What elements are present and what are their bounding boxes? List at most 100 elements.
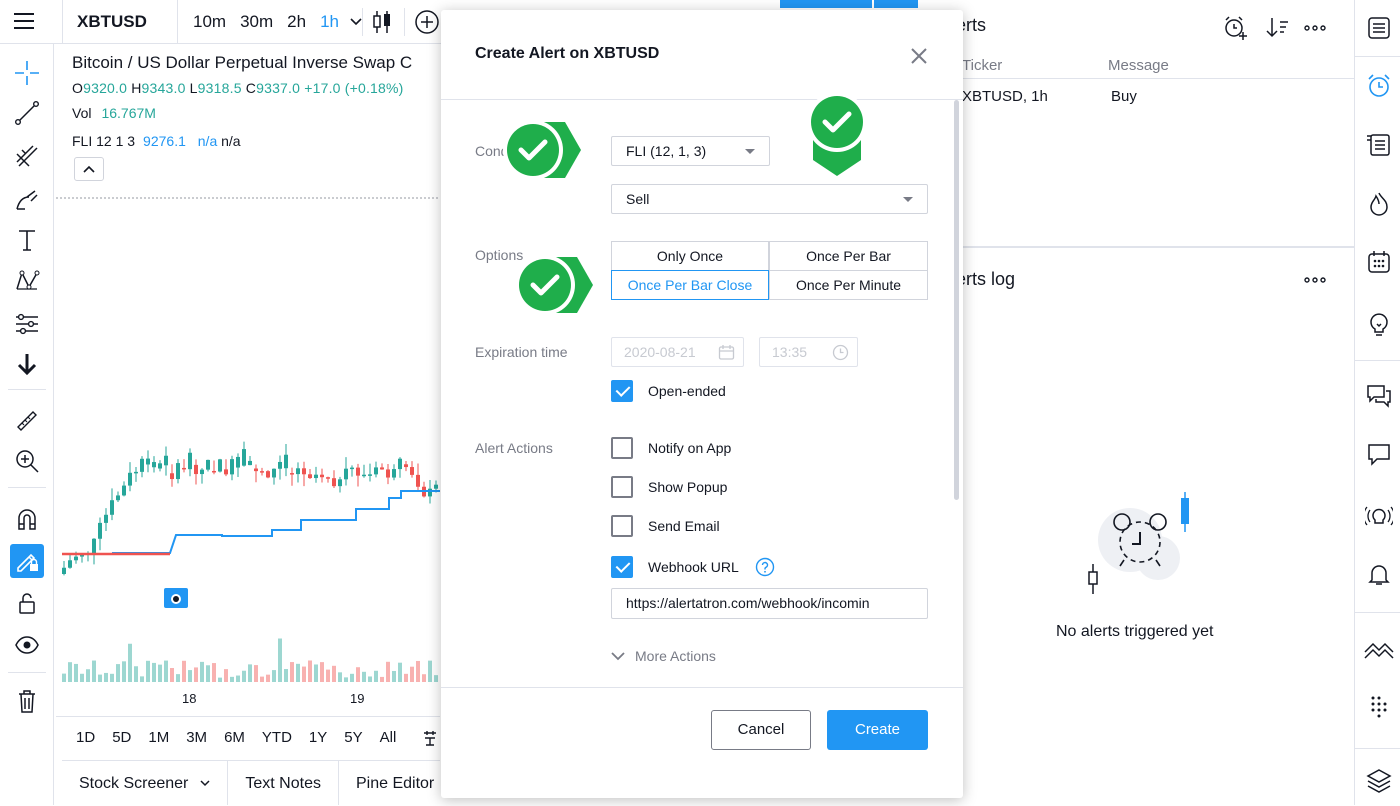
- lock-icon[interactable]: [10, 586, 44, 620]
- interval-30m[interactable]: 30m: [233, 0, 280, 44]
- send-email-checkbox[interactable]: [611, 515, 633, 537]
- option-once-per-bar[interactable]: Once Per Bar: [769, 241, 928, 271]
- alarm-clock-icon[interactable]: [1363, 70, 1395, 102]
- indicator-legend[interactable]: FLI 12 1 3 9276.1 n/a n/a: [72, 133, 241, 149]
- option-once-per-bar-close[interactable]: Once Per Bar Close: [611, 270, 769, 300]
- webhook-url-input[interactable]: https://alertatron.com/webhook/incomin: [611, 588, 928, 619]
- column-message[interactable]: Message: [1108, 57, 1169, 74]
- symbol-search[interactable]: XBTUSD: [62, 0, 178, 44]
- more-options-icon[interactable]: [1301, 14, 1329, 42]
- show-popup-checkbox[interactable]: [611, 476, 633, 498]
- volume-bar: [146, 660, 150, 682]
- condition-select[interactable]: FLI (12, 1, 3): [611, 136, 770, 166]
- prediction-icon[interactable]: [10, 306, 44, 340]
- close-icon[interactable]: [909, 46, 929, 66]
- candlestick-icon[interactable]: [368, 8, 396, 36]
- layers-icon[interactable]: [1363, 764, 1395, 796]
- pattern-icon[interactable]: [10, 264, 44, 298]
- trigger-options: Only Once Once Per Bar Once Per Bar Clos…: [611, 241, 928, 301]
- data-window-icon[interactable]: [1363, 128, 1395, 160]
- dialog-footer-divider: [441, 687, 963, 688]
- more-options-icon[interactable]: [1301, 266, 1329, 294]
- trend-line-icon[interactable]: [10, 96, 44, 130]
- interval-1h[interactable]: 1h: [313, 0, 346, 44]
- range-ytd[interactable]: YTD: [262, 729, 292, 746]
- candle-body: [278, 461, 282, 469]
- candle-body: [92, 538, 96, 554]
- interval-2h[interactable]: 2h: [280, 0, 313, 44]
- eye-icon[interactable]: [10, 628, 44, 662]
- webhook-url-checkbox[interactable]: [611, 556, 633, 578]
- pitchfork-icon[interactable]: [10, 139, 44, 173]
- tab-pine-editor[interactable]: Pine Editor: [339, 761, 451, 805]
- toolbar-divider: [362, 8, 363, 36]
- range-3m[interactable]: 3M: [186, 729, 207, 746]
- expiration-time-input[interactable]: 13:35: [759, 337, 858, 367]
- range-5y[interactable]: 5Y: [344, 729, 362, 746]
- help-icon[interactable]: [755, 557, 775, 577]
- volume-bar: [410, 666, 414, 682]
- candle-body: [368, 474, 372, 476]
- ohlc-legend: O9320.0 H9343.0 L9318.5 C9337.0 +17.0 (+…: [72, 80, 404, 96]
- menu-icon[interactable]: [8, 8, 44, 36]
- more-actions-toggle[interactable]: More Actions: [611, 648, 716, 664]
- create-button[interactable]: Create: [827, 710, 928, 750]
- text-tool-icon[interactable]: [10, 223, 44, 257]
- dialog-scrollbar[interactable]: [954, 100, 959, 500]
- tab-stock-screener[interactable]: Stock Screener: [62, 761, 229, 805]
- cancel-button[interactable]: Cancel: [711, 710, 811, 750]
- hotlist-icon[interactable]: [1363, 188, 1395, 220]
- tab-text-notes[interactable]: Text Notes: [228, 761, 339, 805]
- volume-bar: [278, 638, 282, 682]
- volume-bar: [128, 643, 132, 682]
- publish-button[interactable]: [780, 0, 872, 8]
- chat-icon[interactable]: [1363, 438, 1395, 470]
- apps-grid-icon[interactable]: [1363, 690, 1395, 722]
- condition-value-select[interactable]: Sell: [611, 184, 928, 214]
- candle-body: [284, 454, 288, 469]
- watchlist-icon[interactable]: [1363, 12, 1395, 44]
- open-ended-checkbox[interactable]: [611, 380, 633, 402]
- caret-down-icon: [745, 149, 755, 154]
- alert-marker-icon[interactable]: [164, 588, 188, 608]
- range-5d[interactable]: 5D: [112, 729, 131, 746]
- chats-icon[interactable]: [1363, 380, 1395, 412]
- goto-date-icon[interactable]: [421, 729, 439, 747]
- range-all[interactable]: All: [380, 729, 397, 746]
- interval-10m[interactable]: 10m: [186, 0, 233, 44]
- column-ticker[interactable]: Ticker: [962, 57, 1002, 74]
- crosshair-icon[interactable]: [10, 56, 44, 90]
- ideas-lightbulb-icon[interactable]: [1363, 308, 1395, 340]
- streams-icon[interactable]: [1363, 500, 1395, 532]
- sort-icon[interactable]: [1263, 14, 1291, 42]
- range-6m[interactable]: 6M: [224, 729, 245, 746]
- option-once-per-minute[interactable]: Once Per Minute: [769, 270, 928, 300]
- chevron-down-icon[interactable]: [346, 0, 366, 44]
- brush-icon[interactable]: [10, 182, 44, 216]
- volume-bar: [140, 676, 144, 682]
- collapse-legend-button[interactable]: [74, 157, 104, 181]
- publish-dropdown-button[interactable]: [874, 0, 918, 8]
- notifications-bell-icon[interactable]: [1363, 558, 1395, 590]
- trash-icon[interactable]: [10, 684, 44, 718]
- arrow-down-icon[interactable]: [10, 347, 44, 381]
- trading-panel-icon[interactable]: [1363, 632, 1395, 664]
- notify-on-app-checkbox[interactable]: [611, 437, 633, 459]
- add-indicator-icon[interactable]: [414, 9, 440, 35]
- zoom-in-icon[interactable]: [10, 444, 44, 478]
- range-1m[interactable]: 1M: [148, 729, 169, 746]
- price-chart[interactable]: [56, 194, 440, 684]
- interval-selector: 10m 30m 2h 1h: [186, 0, 366, 44]
- indicator-na: n/a: [197, 133, 218, 149]
- range-1y[interactable]: 1Y: [309, 729, 327, 746]
- magnet-icon[interactable]: [10, 502, 44, 536]
- expiration-date-input[interactable]: 2020-08-21: [611, 337, 744, 367]
- candle-body: [128, 472, 132, 486]
- stay-in-drawing-mode-icon[interactable]: [10, 544, 44, 578]
- calendar-icon[interactable]: [1363, 246, 1395, 278]
- range-1d[interactable]: 1D: [76, 729, 95, 746]
- add-alert-icon[interactable]: [1221, 14, 1249, 42]
- chart-pane[interactable]: Bitcoin / US Dollar Perpetual Inverse Sw…: [56, 44, 440, 758]
- option-only-once[interactable]: Only Once: [611, 241, 769, 271]
- ruler-icon[interactable]: [10, 404, 44, 438]
